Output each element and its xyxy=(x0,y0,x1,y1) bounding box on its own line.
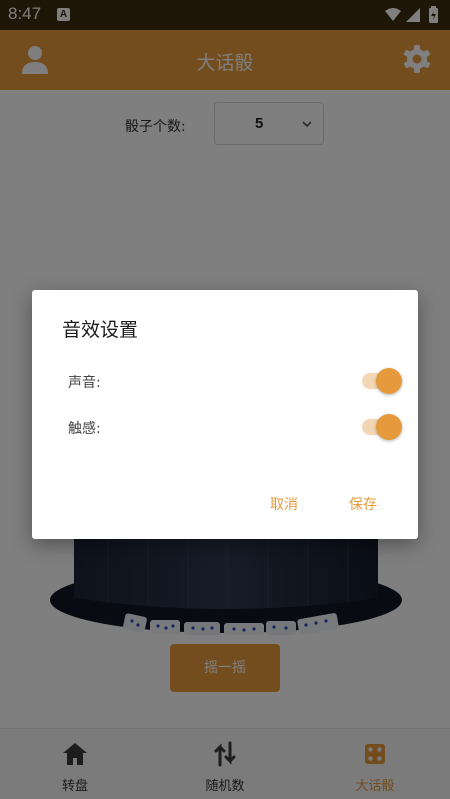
haptics-label: 触感: xyxy=(68,421,101,437)
cancel-button[interactable]: 取消 xyxy=(270,494,298,514)
haptics-toggle-thumb xyxy=(376,414,402,440)
sound-toggle[interactable] xyxy=(362,367,402,395)
sound-settings-dialog: 音效设置 声音: 触感: 取消 保存 xyxy=(32,290,418,539)
sound-label: 声音: xyxy=(68,375,101,391)
haptics-toggle[interactable] xyxy=(362,413,402,441)
save-button[interactable]: 保存 xyxy=(349,494,377,514)
sound-toggle-thumb xyxy=(376,368,402,394)
dialog-title: 音效设置 xyxy=(62,319,139,341)
